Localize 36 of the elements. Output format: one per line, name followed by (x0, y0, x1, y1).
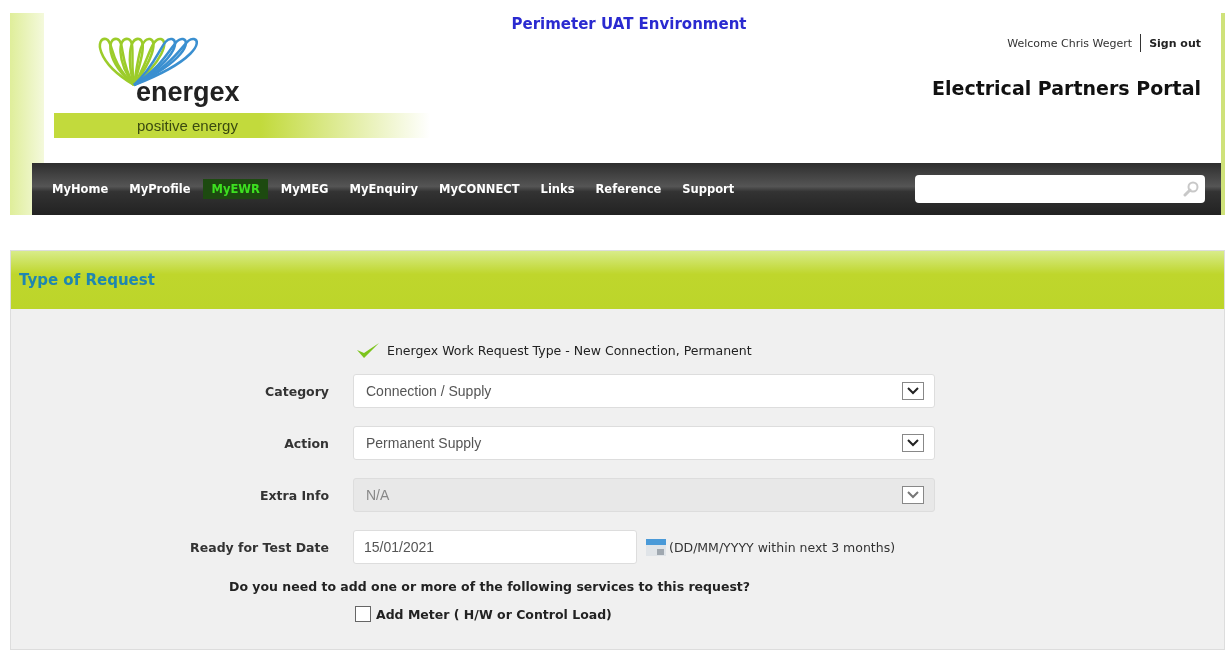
checkmark-icon (355, 340, 381, 360)
nav-item[interactable]: MyEWR (203, 179, 268, 199)
nav-item[interactable]: MyMEG (272, 179, 337, 199)
field-label: Category (264, 383, 329, 399)
chevron-down-icon (902, 434, 924, 452)
dropdown[interactable]: Connection / Supply (353, 374, 935, 408)
search-field[interactable] (915, 175, 1205, 203)
nav-item[interactable]: MyProfile (121, 179, 199, 199)
environment-title: Perimeter UAT Environment (510, 14, 748, 33)
dropdown[interactable]: Permanent Supply (353, 426, 935, 460)
chevron-down-icon (902, 486, 924, 504)
nav-item[interactable]: MyHome (44, 179, 117, 199)
welcome-text: Welcome Chris Wegert (1007, 36, 1133, 50)
tagline: positive energy (137, 117, 238, 134)
nav-item[interactable]: Links (532, 179, 583, 199)
field-label: Ready for Test Date (189, 539, 329, 555)
field-label: Action (283, 435, 329, 451)
nav-item[interactable]: MyEnquiry (341, 179, 426, 199)
section-title: Type of Request (19, 271, 155, 289)
nav-item[interactable]: Support (674, 179, 743, 199)
calendar-icon[interactable] (645, 537, 667, 557)
nav-item[interactable]: Reference (587, 179, 670, 199)
checkbox[interactable] (355, 606, 371, 622)
checkbox-label: Add Meter ( H/W or Control Load) (376, 606, 612, 622)
portal-title: Electrical Partners Portal (932, 77, 1201, 99)
chevron-down-icon (902, 382, 924, 400)
date-format-hint: (DD/MM/YYYY within next 3 months) (669, 539, 896, 555)
request-type-text: Energex Work Request Type - New Connection, Permanent (387, 342, 752, 358)
date-field[interactable]: 15/01/2021 (353, 530, 637, 564)
logo-wordmark: energex (136, 77, 240, 108)
question-text: Do you need to add one or more of the following services to this request? (229, 579, 752, 594)
sign-out-link[interactable]: Sign out (1149, 36, 1201, 50)
nav-item[interactable]: MyCONNECT (431, 179, 528, 199)
dropdown: N/A (353, 478, 935, 512)
search-icon (1183, 181, 1199, 197)
field-label: Extra Info (258, 487, 329, 503)
